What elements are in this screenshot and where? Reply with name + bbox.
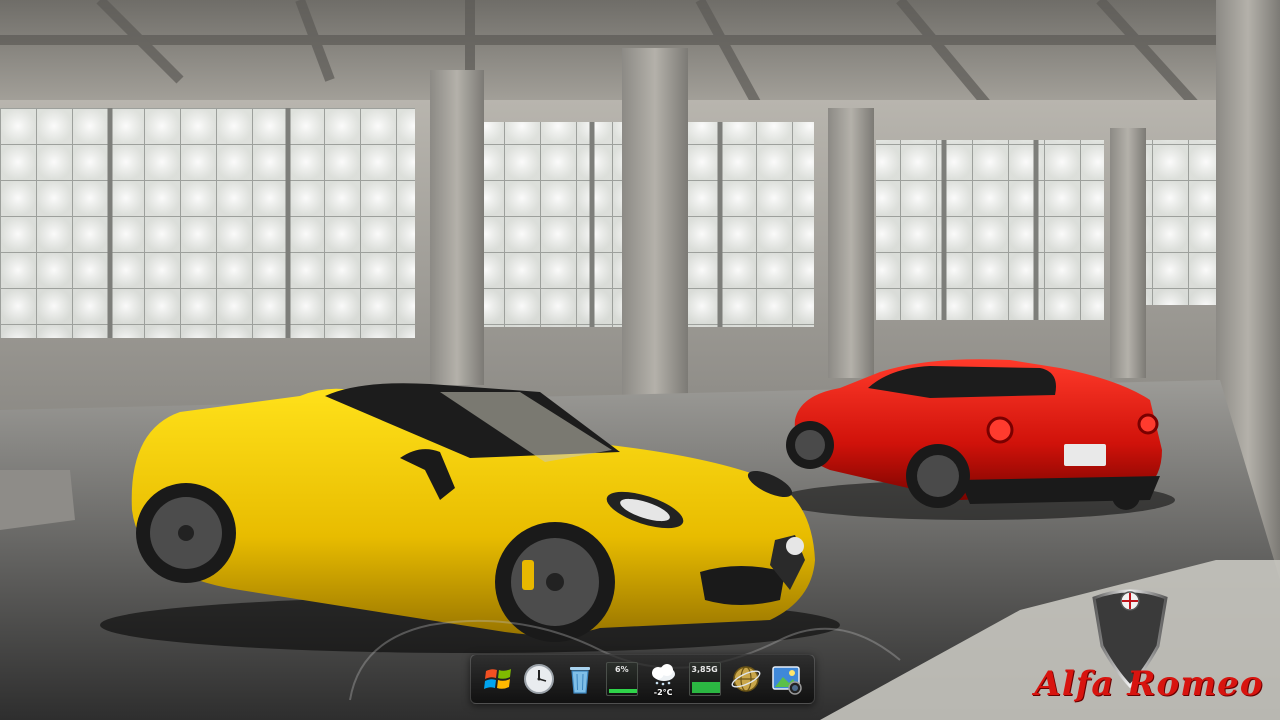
dock: 6% -2°C 3,85G — [470, 654, 815, 704]
cpu-meter-label: 6% — [615, 665, 629, 674]
cpu-meter[interactable]: 6% — [605, 662, 639, 696]
network-globe-icon[interactable] — [729, 662, 763, 696]
cpu-meter-graph — [608, 689, 637, 693]
dock-bar: 6% -2°C 3,85G — [470, 654, 815, 704]
windows-start-icon[interactable] — [481, 662, 515, 696]
desktop: 6% -2°C 3,85G Alfa Romeo — [0, 0, 1280, 720]
weather-gadget[interactable]: -2°C — [646, 662, 680, 697]
memory-meter-display: 3,85G — [688, 662, 721, 696]
memory-meter-label: 3,85G — [691, 665, 718, 674]
picture-viewer-icon[interactable] — [770, 662, 804, 696]
brand-logo: Alfa Romeo — [1020, 588, 1278, 718]
recycle-bin-icon[interactable] — [563, 662, 597, 696]
cpu-meter-display: 6% — [605, 662, 638, 696]
clock-icon[interactable] — [522, 662, 556, 696]
brand-wordmark: Alfa Romeo — [1034, 664, 1264, 704]
weather-temperature: -2°C — [653, 688, 673, 697]
memory-meter-graph — [691, 682, 720, 693]
memory-meter[interactable]: 3,85G — [688, 662, 722, 696]
cloud-icon — [652, 664, 676, 686]
